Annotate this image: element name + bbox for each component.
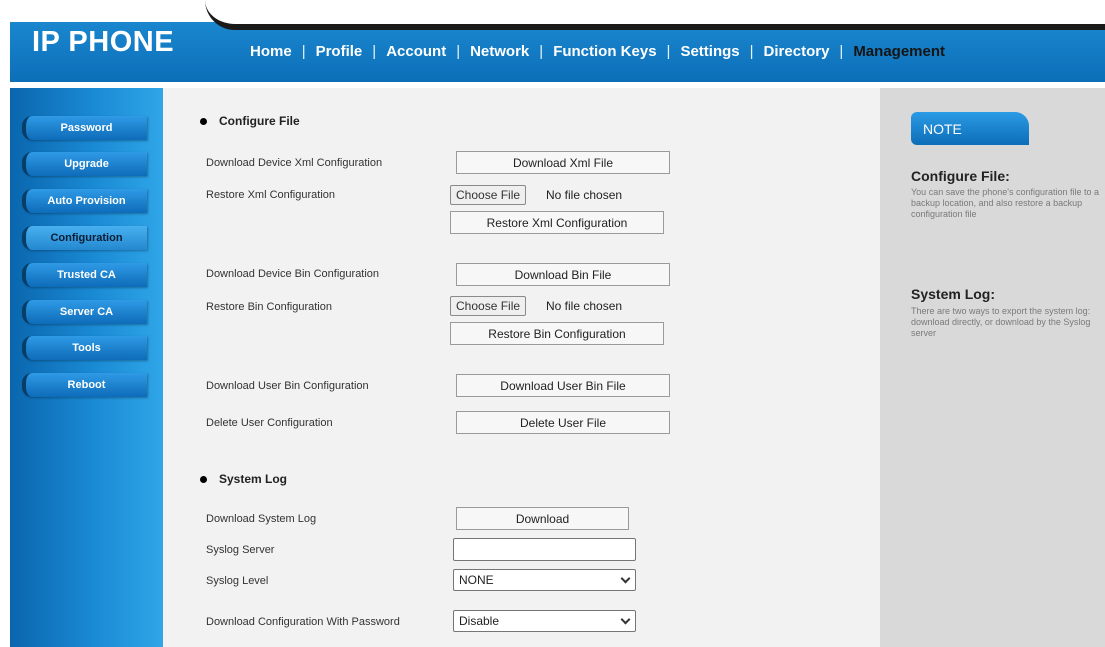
- chevron-down-icon: [620, 614, 631, 625]
- brand-logo: IP PHONE: [32, 26, 175, 58]
- header-decoration: [205, 0, 1105, 30]
- choose-file-xml-button[interactable]: Choose File: [450, 185, 527, 205]
- note-heading-configure-file: Configure File:: [911, 168, 1010, 184]
- main-panel: Configure File Download Device Xml Confi…: [163, 88, 880, 647]
- nav-settings[interactable]: Settings: [680, 43, 739, 60]
- restore-bin-label: Restore Bin Configuration: [206, 301, 332, 313]
- sidebar-item-password[interactable]: Password: [22, 116, 147, 140]
- delete-user-label: Delete User Configuration: [206, 417, 333, 429]
- restore-xml-button[interactable]: Restore Xml Configuration: [450, 211, 664, 234]
- note-heading-system-log: System Log:: [911, 286, 996, 302]
- nav-home[interactable]: Home: [250, 43, 292, 60]
- download-user-bin-button[interactable]: Download User Bin File: [456, 374, 670, 397]
- nav-management[interactable]: Management: [853, 43, 945, 60]
- no-file-xml-text: No file chosen: [546, 188, 623, 202]
- section-system-log: System Log: [200, 472, 287, 486]
- syslog-level-label: Syslog Level: [206, 575, 269, 587]
- note-panel: NOTE Configure File: You can save the ph…: [880, 88, 1105, 647]
- download-xml-label: Download Device Xml Configuration: [206, 157, 383, 169]
- download-config-password-label: Download Configuration With Password: [206, 616, 400, 628]
- nav-directory[interactable]: Directory: [764, 43, 830, 60]
- download-system-log-button[interactable]: Download: [456, 507, 629, 530]
- nav-profile[interactable]: Profile: [316, 43, 363, 60]
- delete-user-button[interactable]: Delete User File: [456, 411, 670, 434]
- nav-account[interactable]: Account: [386, 43, 446, 60]
- sidebar-item-configuration[interactable]: Configuration: [22, 226, 147, 250]
- sidebar-item-trusted-ca[interactable]: Trusted CA: [22, 263, 147, 287]
- sidebar-item-reboot[interactable]: Reboot: [22, 373, 147, 397]
- note-tab: NOTE: [911, 112, 1029, 145]
- syslog-server-label: Syslog Server: [206, 544, 275, 556]
- no-file-bin-text: No file chosen: [546, 299, 623, 313]
- download-xml-button[interactable]: Download Xml File: [456, 151, 670, 174]
- restore-xml-label: Restore Xml Configuration: [206, 189, 336, 201]
- syslog-level-select[interactable]: NONE: [453, 569, 636, 591]
- sidebar-item-server-ca[interactable]: Server CA: [22, 300, 147, 324]
- syslog-server-input[interactable]: [453, 538, 636, 561]
- restore-bin-button[interactable]: Restore Bin Configuration: [450, 322, 664, 345]
- section-configure-file: Configure File: [200, 114, 300, 128]
- sidebar-item-tools[interactable]: Tools: [22, 336, 147, 360]
- bullet-icon: [200, 117, 207, 125]
- download-system-log-label: Download System Log: [206, 513, 317, 525]
- sidebar: Password Upgrade Auto Provision Configur…: [10, 88, 163, 647]
- download-user-bin-label: Download User Bin Configuration: [206, 380, 369, 392]
- chevron-down-icon: [620, 573, 631, 584]
- download-bin-label: Download Device Bin Configuration: [206, 268, 380, 280]
- note-text-configure-file: You can save the phone's configuration f…: [911, 187, 1100, 219]
- nav-function-keys[interactable]: Function Keys: [553, 43, 656, 60]
- nav-network[interactable]: Network: [470, 43, 529, 60]
- bullet-icon: [200, 475, 207, 483]
- download-config-password-select[interactable]: Disable: [453, 610, 636, 632]
- sidebar-item-upgrade[interactable]: Upgrade: [22, 152, 147, 176]
- note-text-system-log: There are two ways to export the system …: [911, 306, 1091, 338]
- download-bin-button[interactable]: Download Bin File: [456, 263, 670, 286]
- choose-file-bin-button[interactable]: Choose File: [450, 296, 527, 316]
- header-bar: IP PHONE Home | Profile | Account | Netw…: [10, 0, 1105, 82]
- top-nav: Home | Profile | Account | Network | Fun…: [250, 43, 945, 60]
- sidebar-item-auto-provision[interactable]: Auto Provision: [22, 189, 147, 213]
